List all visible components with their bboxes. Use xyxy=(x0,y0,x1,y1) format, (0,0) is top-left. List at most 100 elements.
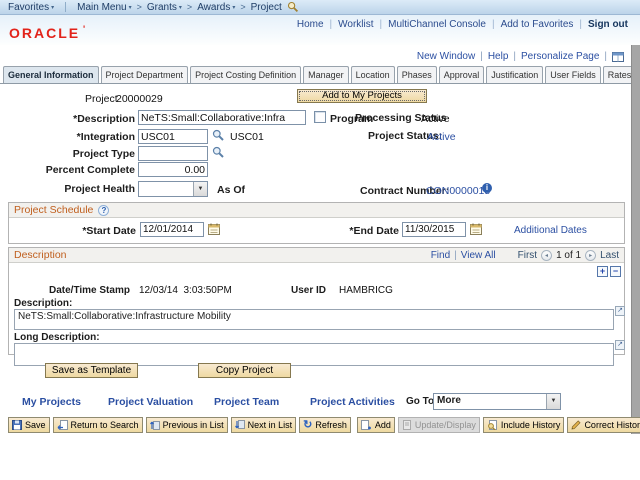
next-in-list-button[interactable]: Next in List xyxy=(231,417,297,433)
project-health-select[interactable]: ▼ xyxy=(138,181,208,197)
previous-in-list-label: Previous in List xyxy=(163,420,224,430)
description-textarea-label: Description: xyxy=(14,298,72,309)
percent-complete-input[interactable] xyxy=(138,162,208,177)
tab-general-information[interactable]: General Information xyxy=(3,66,99,83)
favorites-menu[interactable]: Favorites ▾ xyxy=(8,2,54,13)
integration-input[interactable] xyxy=(138,129,208,144)
description-input[interactable] xyxy=(138,110,306,125)
start-date-input[interactable] xyxy=(140,222,204,237)
contract-number-link[interactable]: CON0000015 xyxy=(426,185,490,197)
include-history-button[interactable]: Include History xyxy=(483,417,565,433)
project-type-lookup-icon[interactable] xyxy=(212,146,225,159)
project-schedule-section: Project Schedule ? *Start Date *End Date xyxy=(8,202,625,244)
add-button[interactable]: Add xyxy=(357,417,395,433)
previous-in-list-button[interactable]: Previous in List xyxy=(146,417,228,433)
description-section-body: + − Date/Time Stamp 12/03/14 3:03:50PM U… xyxy=(9,263,624,354)
breadcrumb-awards[interactable]: Awards ▾ xyxy=(197,2,235,13)
first-link[interactable]: First xyxy=(518,250,537,261)
next-in-list-icon xyxy=(235,420,245,430)
correct-history-icon xyxy=(571,420,581,430)
find-link[interactable]: Find xyxy=(431,250,450,261)
program-checkbox[interactable] xyxy=(314,111,326,123)
add-to-my-projects-button[interactable]: Add to My Projects xyxy=(297,89,427,103)
processing-status-value: Active xyxy=(421,113,450,125)
breadcrumb: Favorites ▾ Main Menu ▾ > Grants ▾ > Awa… xyxy=(0,0,640,15)
integration-lookup-icon[interactable] xyxy=(212,129,225,142)
project-activities-link[interactable]: Project Activities xyxy=(310,396,395,408)
project-schedule-header: Project Schedule ? xyxy=(9,203,624,218)
end-date-input[interactable] xyxy=(402,222,466,237)
previous-row-icon[interactable]: ◂ xyxy=(541,250,552,261)
project-type-input[interactable] xyxy=(138,146,208,161)
end-date-calendar-icon[interactable] xyxy=(470,223,482,235)
start-date-calendar-icon[interactable] xyxy=(208,223,220,235)
expand-long-description-icon[interactable]: ↗ xyxy=(615,340,625,350)
info-icon[interactable]: i xyxy=(482,182,492,193)
view-all-link[interactable]: View All xyxy=(461,250,496,261)
tab-manager[interactable]: Manager xyxy=(303,66,349,83)
include-history-label: Include History xyxy=(501,420,561,430)
sign-out-link[interactable]: Sign out xyxy=(588,19,628,30)
tab-user-fields[interactable]: User Fields xyxy=(545,66,601,83)
tab-rates[interactable]: Rates xyxy=(603,66,631,83)
main-menu[interactable]: Main Menu ▾ xyxy=(77,2,131,13)
tab-phases[interactable]: Phases xyxy=(397,66,437,83)
update-display-button: Update/Display xyxy=(398,417,480,433)
scrollbar-track[interactable] xyxy=(631,45,640,434)
description-header-controls: Find | View All First ◂ 1 of 1 ▸ Last xyxy=(431,250,619,261)
integration-label: *Integration xyxy=(0,131,135,143)
breadcrumb-project[interactable]: Project xyxy=(251,2,282,13)
last-link[interactable]: Last xyxy=(600,250,619,261)
page-utility-links: New Window | Help | Personalize Page | xyxy=(417,51,624,62)
tab-location[interactable]: Location xyxy=(351,66,395,83)
refresh-button[interactable]: ↻ Refresh xyxy=(299,417,351,433)
end-date-label: *End Date xyxy=(314,225,399,237)
additional-dates-link[interactable]: Additional Dates xyxy=(514,225,587,236)
goto-select[interactable]: More ▼ xyxy=(433,393,561,410)
search-icon[interactable] xyxy=(287,1,299,13)
pipe-separator: | xyxy=(492,19,495,30)
expand-description-icon[interactable]: ↗ xyxy=(615,306,625,316)
copy-project-button[interactable]: Copy Project xyxy=(198,363,291,378)
description-textarea[interactable]: NeTS:Small:Collaborative:Infrastructure … xyxy=(14,309,614,330)
worklist-link[interactable]: Worklist xyxy=(338,19,373,30)
breadcrumb-grants[interactable]: Grants ▾ xyxy=(147,2,182,13)
project-valuation-link[interactable]: Project Valuation xyxy=(108,396,193,408)
select-arrow-icon[interactable]: ▼ xyxy=(546,394,560,409)
tab-project-department[interactable]: Project Department xyxy=(101,66,189,83)
correct-history-button[interactable]: Correct History xyxy=(567,417,640,433)
chevron-down-icon: ▾ xyxy=(129,4,132,11)
goto-select-value: More xyxy=(434,394,546,409)
add-row-icon[interactable]: + xyxy=(597,266,608,277)
tab-approval[interactable]: Approval xyxy=(439,66,485,83)
select-arrow-icon[interactable]: ▼ xyxy=(193,182,207,196)
next-row-icon[interactable]: ▸ xyxy=(585,250,596,261)
new-window-link[interactable]: New Window xyxy=(417,51,475,62)
pipe-separator: | xyxy=(330,19,333,30)
tab-justification[interactable]: Justification xyxy=(486,66,543,83)
personalize-page-link[interactable]: Personalize Page xyxy=(521,51,599,62)
project-team-link[interactable]: Project Team xyxy=(214,396,279,408)
peoplesoft-project-page: Favorites ▾ Main Menu ▾ > Grants ▾ > Awa… xyxy=(0,0,640,480)
save-button[interactable]: Save xyxy=(8,417,50,433)
save-as-template-button[interactable]: Save as Template xyxy=(45,363,138,378)
breadcrumb-separator: > xyxy=(240,2,245,12)
my-projects-link[interactable]: My Projects xyxy=(22,396,81,408)
help-link[interactable]: Help xyxy=(488,51,509,62)
add-to-favorites-link[interactable]: Add to Favorites xyxy=(501,19,574,30)
pipe-separator: | xyxy=(579,19,582,30)
breadcrumb-separator: > xyxy=(137,2,142,12)
help-icon[interactable]: ? xyxy=(98,205,109,216)
as-of-label: As Of xyxy=(217,184,245,196)
correct-history-label: Correct History xyxy=(584,420,640,430)
previous-in-list-icon xyxy=(150,420,160,430)
return-to-search-button[interactable]: Return to Search xyxy=(53,417,143,433)
home-link[interactable]: Home xyxy=(297,19,324,30)
page-toolbar: Save Return to Search Previous in List xyxy=(8,417,638,433)
oracle-logo-mark: ' xyxy=(83,24,85,34)
personalize-grid-icon[interactable] xyxy=(612,52,624,62)
delete-row-icon[interactable]: − xyxy=(610,266,621,277)
tab-project-costing-definition[interactable]: Project Costing Definition xyxy=(190,66,301,83)
project-status-link[interactable]: Active xyxy=(427,131,456,143)
multichannel-console-link[interactable]: MultiChannel Console xyxy=(388,19,486,30)
